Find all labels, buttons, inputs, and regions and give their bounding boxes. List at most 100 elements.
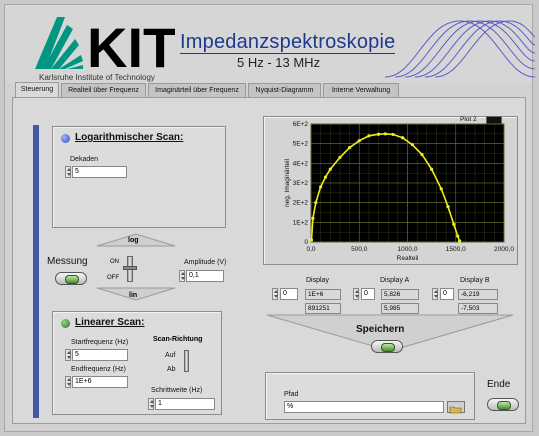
schrittweite-label: Schrittweite (Hz) <box>151 387 203 394</box>
y-tick-label: 2E+2 <box>293 200 309 207</box>
y-tick-label: 3E+2 <box>293 180 309 187</box>
display-b-label: Display B <box>460 277 490 284</box>
display-value-1: 1E+6 <box>305 289 341 300</box>
x-axis-label: Realteil <box>397 255 419 262</box>
ab-label: Ab <box>167 366 176 373</box>
tab-interne-verwaltung[interactable]: Interne Verwaltung <box>323 83 399 97</box>
browse-folder-button[interactable] <box>447 401 465 414</box>
y-tick-label: 1E+2 <box>293 219 309 226</box>
display-b-spinner[interactable] <box>432 288 438 300</box>
pfad-box: Pfad % <box>265 372 475 420</box>
amplitude-spinner[interactable] <box>179 270 185 282</box>
auf-label: Auf <box>165 352 176 359</box>
y-tick-label: 4E+2 <box>293 160 309 167</box>
tab-realteil[interactable]: Realteil über Frequenz <box>61 83 146 97</box>
data-point <box>376 132 381 136</box>
y-tick-label: 5E+2 <box>293 141 309 148</box>
scan-richtung-toggle[interactable] <box>184 350 189 372</box>
data-point <box>367 134 371 138</box>
display-a-spinner[interactable] <box>353 288 359 300</box>
pfad-label: Pfad <box>284 391 299 398</box>
data-point <box>401 136 405 140</box>
data-point <box>309 238 314 242</box>
tab-imaginaerteil[interactable]: Imaginärteil über Frequenz <box>148 83 246 97</box>
dekaden-input[interactable]: 5 <box>72 166 127 178</box>
lin-scan-led <box>61 319 70 328</box>
kit-logo: KIT <box>35 17 175 72</box>
data-point <box>391 132 395 137</box>
application-window: KIT Karlsruhe Institute of Technology Im… <box>0 0 539 436</box>
lin-label: lin <box>129 292 138 299</box>
startfrequenz-spinner[interactable] <box>65 349 71 361</box>
startfrequenz-input[interactable]: 5 <box>72 349 128 361</box>
ende-button[interactable] <box>487 398 519 411</box>
y-tick-label: 6E+2 <box>293 121 309 128</box>
display-a-value-1: 5,826 <box>381 289 419 300</box>
wave-graphic <box>385 20 535 78</box>
title-underline <box>180 53 395 54</box>
on-label: ON <box>110 259 119 265</box>
institute-name: Karlsruhe Institute of Technology <box>39 73 155 82</box>
data-point <box>420 152 424 157</box>
messung-label: Messung <box>47 256 88 267</box>
data-point <box>410 143 414 147</box>
startfrequenz-label: Startfrequenz (Hz) <box>71 339 129 346</box>
display-b-index[interactable]: 0 <box>440 288 454 300</box>
messung-button[interactable] <box>55 272 87 285</box>
data-point <box>357 139 361 143</box>
data-point <box>430 167 434 171</box>
data-point <box>456 234 460 238</box>
off-label: OFF <box>107 275 119 281</box>
display-a-value-2: 5,985 <box>381 303 419 314</box>
display-a-index[interactable]: 0 <box>361 288 375 300</box>
display-index[interactable]: 0 <box>280 288 298 300</box>
x-tick-label: 500,0 <box>351 246 368 253</box>
accent-bar <box>33 125 39 418</box>
endfrequenz-input[interactable]: 1E+6 <box>72 376 128 388</box>
dekaden-label: Dekaden <box>70 156 99 163</box>
tab-nyquist[interactable]: Nyquist-Diagramm <box>248 83 321 97</box>
display-value-2: 891251 <box>305 303 341 314</box>
scan-mode-toggle-handle[interactable] <box>123 266 137 270</box>
data-point <box>348 146 352 150</box>
nyquist-chart: 0,0 500,0 1000,0 1500,0 2000,0 0 1E+2 2E+2 3E+2 4… <box>284 121 514 262</box>
data-point <box>323 175 328 179</box>
tab-steuerung[interactable]: Steuerung <box>15 82 59 98</box>
pfad-input[interactable]: % <box>284 401 444 413</box>
x-tick-label: 2000,0 <box>494 246 514 253</box>
data-point <box>439 187 443 191</box>
speichern-button[interactable] <box>371 340 403 353</box>
y-axis-label: neg. Imaginärteil <box>284 158 291 207</box>
log-scan-box: Logarithmischer Scan: Dekaden 5 <box>52 126 226 228</box>
display-a-label: Display A <box>380 277 410 284</box>
display-label: Display <box>306 277 329 284</box>
amplitude-label: Amplitude (V) <box>184 259 227 266</box>
scan-richtung-label: Scan-Richtung <box>153 336 203 343</box>
ende-label: Ende <box>487 379 511 390</box>
display-spinner[interactable] <box>272 288 278 300</box>
data-point <box>311 216 315 220</box>
endfrequenz-spinner[interactable] <box>65 376 71 388</box>
log-scan-title: Logarithmischer Scan: <box>75 132 184 143</box>
x-tick-label: 1500,0 <box>446 246 466 253</box>
amplitude-input[interactable]: 0,1 <box>186 270 224 282</box>
data-point <box>314 201 318 205</box>
kit-logo-text: KIT <box>87 17 175 72</box>
folder-icon <box>449 406 462 414</box>
header: KIT Karlsruhe Institute of Technology Im… <box>5 5 535 83</box>
app-subtitle: 5 Hz - 13 MHz <box>237 55 321 70</box>
schrittweite-input[interactable]: 1 <box>155 398 215 410</box>
x-tick-label: 1000,0 <box>398 246 418 253</box>
x-tick-label: 0,0 <box>306 246 315 253</box>
schrittweite-spinner[interactable] <box>148 398 154 410</box>
app-title: Impedanzspektroskopie <box>180 31 396 53</box>
data-point <box>338 155 342 160</box>
data-point <box>328 167 332 171</box>
log-scan-led <box>61 134 70 143</box>
speichern-label: Speichern <box>356 324 405 335</box>
data-point <box>452 222 456 226</box>
lin-scan-title: Linearer Scan: <box>75 317 145 328</box>
data-point <box>383 132 387 136</box>
dekaden-spinner[interactable] <box>65 166 71 178</box>
data-point <box>446 205 450 209</box>
